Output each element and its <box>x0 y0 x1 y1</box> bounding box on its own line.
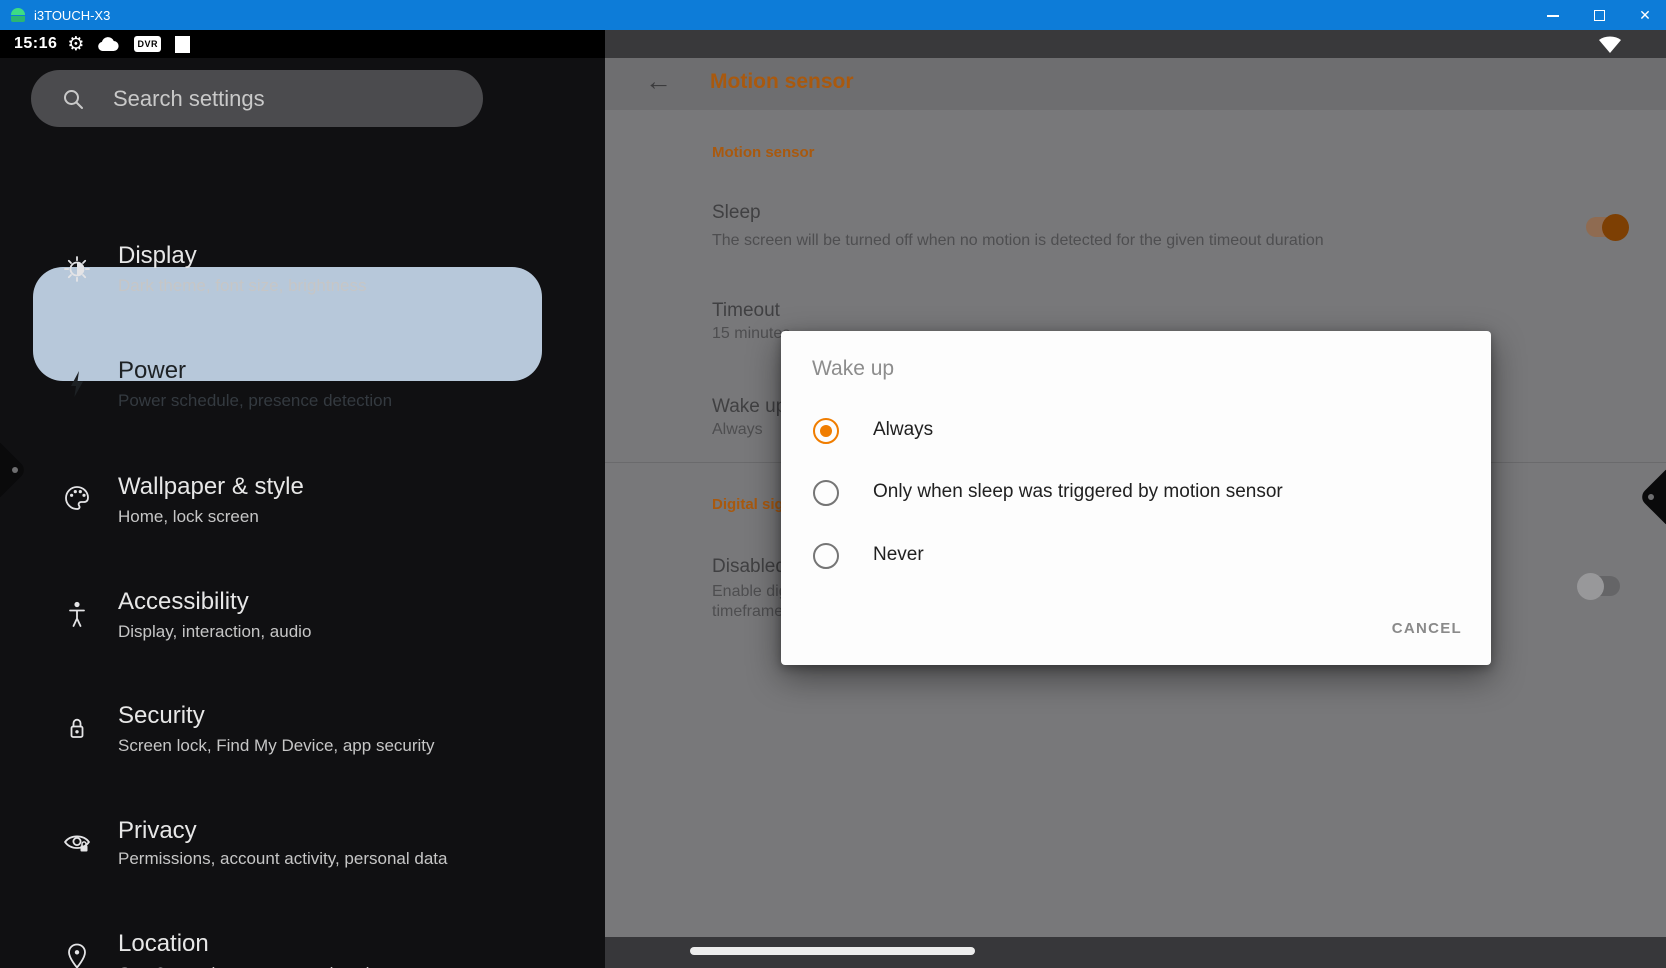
sidebar-item-sublabel: On - 2 apps have access to location <box>118 964 388 968</box>
wakeup-value: Always <box>712 421 763 439</box>
sidebar-item-power[interactable]: Power Power schedule, presence detection <box>0 325 605 439</box>
sleep-subtitle: The screen will be turned off when no mo… <box>712 232 1324 250</box>
lock-icon <box>62 713 92 743</box>
dialog-option-always[interactable]: Always <box>781 405 1491 457</box>
wifi-icon <box>1598 34 1622 54</box>
sidebar-item-label: Location <box>118 930 209 958</box>
left-handle-dot-icon <box>12 467 18 473</box>
sidebar-item-label: Security <box>118 702 205 730</box>
section-label-motion-sensor: Motion sensor <box>712 144 815 161</box>
sidebar-item-accessibility[interactable]: Accessibility Display, interaction, audi… <box>0 556 605 670</box>
search-icon <box>61 87 85 111</box>
location-pin-icon <box>62 941 92 968</box>
status-bar: 15:16 ⚙ DVR <box>0 30 605 58</box>
scrollbar-handle[interactable] <box>690 947 975 955</box>
signage-toggle[interactable] <box>1578 576 1620 596</box>
app-window: i3TOUCH-X3 ✕ 15:16 ⚙ DVR Search settings <box>0 0 1666 968</box>
sidebar-item-sublabel: Dark theme, font size, brightness <box>118 276 367 296</box>
dialog-option-label: Only when sleep was triggered by motion … <box>873 481 1283 503</box>
radio-unselected-icon[interactable] <box>813 480 839 506</box>
maximize-button[interactable] <box>1592 8 1606 22</box>
sidebar-item-wallpaper[interactable]: Wallpaper & style Home, lock screen <box>0 447 605 561</box>
right-handle-dot-icon <box>1648 494 1654 500</box>
wakeup-title[interactable]: Wake up <box>712 396 786 418</box>
status-bar-right <box>605 30 1666 58</box>
sidebar-item-display[interactable]: Display Dark theme, font size, brightnes… <box>0 218 605 332</box>
android-app-icon <box>10 7 26 23</box>
sidebar-item-sublabel: Permissions, account activity, personal … <box>118 849 447 869</box>
page-header: ← Motion sensor <box>605 58 1666 110</box>
window-title: i3TOUCH-X3 <box>34 8 110 23</box>
sleep-title: Sleep <box>712 202 761 224</box>
dialog-option-only-when-sleep[interactable]: Only when sleep was triggered by motion … <box>781 467 1491 519</box>
accessibility-icon <box>62 599 92 629</box>
sidebar-item-label: Power <box>118 357 186 385</box>
settings-sidebar: Search settings Display Dark theme, font… <box>0 58 605 968</box>
cloud-icon <box>96 37 120 52</box>
sidebar-item-label: Display <box>118 242 197 270</box>
sidebar-item-privacy[interactable]: Privacy Permissions, account activity, p… <box>0 785 605 899</box>
dvr-badge: DVR <box>134 36 161 52</box>
privacy-eye-icon <box>62 830 92 860</box>
palette-icon <box>62 483 92 513</box>
sidebar-item-sublabel: Home, lock screen <box>118 507 259 527</box>
radio-unselected-icon[interactable] <box>813 543 839 569</box>
bottom-nav-bar <box>605 937 1666 968</box>
display-brightness-icon <box>62 254 92 284</box>
clock: 15:16 <box>14 35 57 53</box>
sidebar-item-sublabel: Display, interaction, audio <box>118 622 311 642</box>
dialog-option-label: Never <box>873 544 924 566</box>
cancel-button[interactable]: CANCEL <box>1392 620 1462 637</box>
sidebar-item-sublabel: Power schedule, presence detection <box>118 391 392 411</box>
minimize-button[interactable] <box>1546 8 1560 22</box>
close-button[interactable]: ✕ <box>1638 8 1652 22</box>
gear-icon: ⚙ <box>67 35 84 54</box>
sidebar-item-location[interactable]: Location On - 2 apps have access to loca… <box>0 898 605 968</box>
search-input[interactable]: Search settings <box>31 70 483 127</box>
wake-up-dialog: Wake up Always Only when sleep was trigg… <box>781 331 1491 665</box>
dialog-title: Wake up <box>812 357 894 381</box>
sidebar-item-label: Privacy <box>118 817 197 845</box>
power-bolt-icon <box>62 369 92 399</box>
radio-selected-icon[interactable] <box>813 418 839 444</box>
signage-disabled-title: Disabled <box>712 556 786 578</box>
screen-square-icon <box>175 36 190 53</box>
sleep-toggle[interactable] <box>1586 217 1628 237</box>
sidebar-item-security[interactable]: Security Screen lock, Find My Device, ap… <box>0 670 605 784</box>
back-button[interactable]: ← <box>645 66 672 97</box>
timeout-title[interactable]: Timeout <box>712 300 780 322</box>
page-title: Motion sensor <box>710 70 854 94</box>
search-placeholder: Search settings <box>113 86 265 112</box>
window-titlebar: i3TOUCH-X3 ✕ <box>0 0 1666 30</box>
sidebar-item-sublabel: Screen lock, Find My Device, app securit… <box>118 736 435 756</box>
dialog-option-never[interactable]: Never <box>781 530 1491 582</box>
signage-disabled-subtitle-line2: timeframe <box>712 603 783 621</box>
dialog-option-label: Always <box>873 419 933 441</box>
timeout-value: 15 minutes <box>712 325 790 343</box>
sidebar-item-label: Accessibility <box>118 588 249 616</box>
sidebar-item-label: Wallpaper & style <box>118 473 304 501</box>
